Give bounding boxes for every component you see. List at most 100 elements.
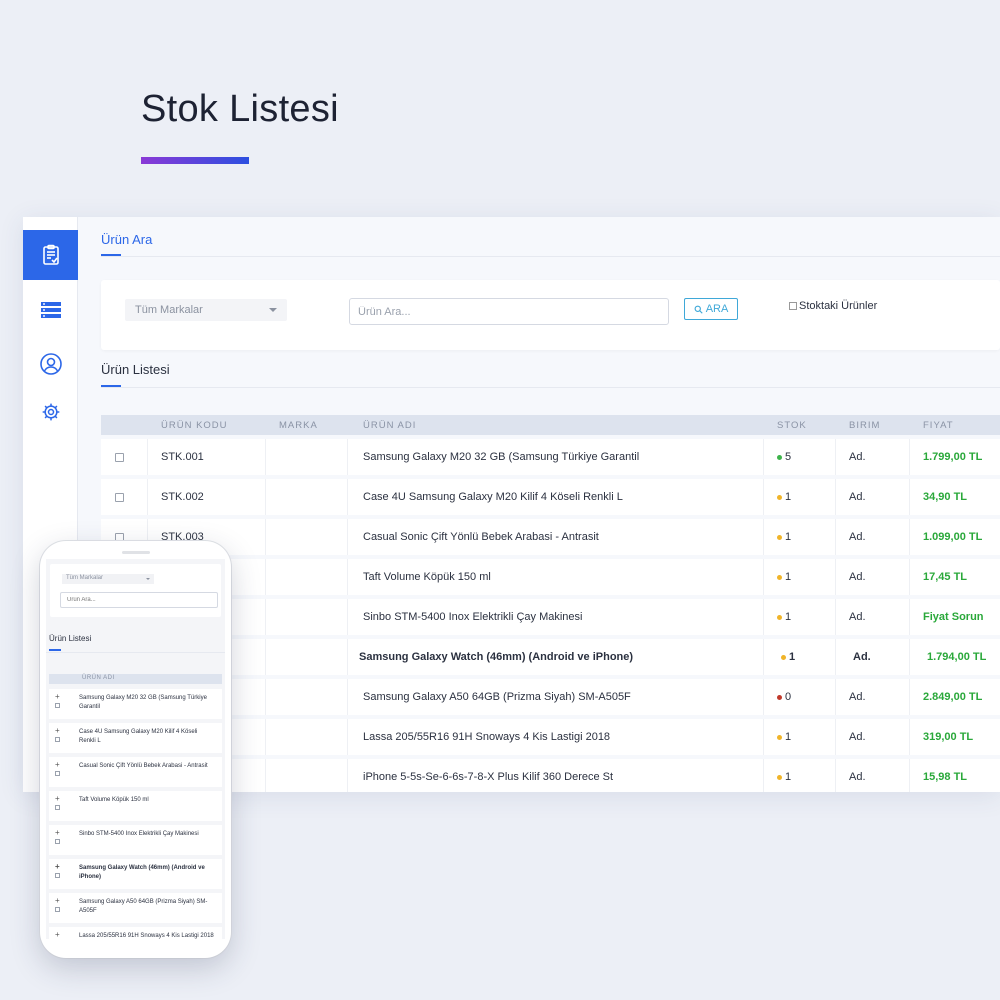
cell-unit: Ad. [849,691,866,703]
column-header-name[interactable]: ÜRÜN ADI [363,415,416,435]
expand-icon[interactable]: + [55,761,60,769]
cell-divider [265,559,266,595]
search-button[interactable]: ARA [684,298,738,320]
cell-divider [265,719,266,755]
cell-name: Casual Sonic Çift Yönlü Bebek Arabasi - … [363,531,599,543]
cell-divider [347,639,348,675]
cell-stock: 1 [777,599,791,635]
cell-divider [147,439,148,475]
cell-stock: 1 [777,479,791,515]
expand-icon[interactable]: + [55,693,60,701]
cell-stock: 1 [777,759,791,792]
cell-divider [909,759,910,792]
column-header-brand[interactable]: MARKA [279,415,318,435]
tab-product-list[interactable]: Ürün Listesi [101,362,170,377]
column-header-code[interactable]: ÜRÜN KODU [161,415,228,435]
cell-price: 2.849,00 TL [923,691,983,703]
table-row[interactable]: STK.003 Casual Sonic Çift Yönlü Bebek Ara… [101,519,1000,555]
cell-price: 1.099,00 TL [923,531,983,543]
sidebar-item-user[interactable] [23,339,78,389]
cell-divider [347,599,348,635]
expand-icon[interactable]: + [55,795,60,803]
row-checkbox[interactable] [55,771,60,776]
tab-active-indicator [49,649,61,651]
mobile-phone-mockup: Tüm Markalar Ürün Listesi ÜRÜN ADI + Sams… [40,541,231,958]
table-row[interactable]: iPhone 5-5s-Se-6-6s-7-8-X Plus Kilif 360… [101,759,1000,792]
cell-name: Samsung Galaxy Watch (46mm) (Android ve … [359,651,634,663]
phone-speaker [122,551,150,554]
cell-divider [909,719,910,755]
cell-code: STK.001 [161,451,204,463]
mobile-list-item[interactable]: + Casual Sonic Çift Yönlü Bebek Arabasi -… [49,757,222,787]
cell-divider [909,519,910,555]
row-checkbox[interactable] [115,492,124,502]
cell-unit: Ad. [853,651,871,663]
table-row[interactable]: Sinbo STM-5400 Inox Elektrikli Çay Makin… [101,599,1000,635]
stock-status-dot [777,694,782,700]
row-checkbox[interactable] [55,873,60,878]
tab-product-search[interactable]: Ürün Ara [101,232,152,247]
table-row[interactable]: Taft Volume Köpük 150 ml 1 Ad. 17,45 TL [101,559,1000,595]
mobile-list-item[interactable]: + Samsung Galaxy Watch (46mm) (Android ve… [49,859,222,889]
cell-divider [763,679,764,715]
cell-name: iPhone 5-5s-Se-6-6s-7-8-X Plus Kilif 360… [363,771,614,783]
table-row[interactable]: STK.002 Case 4U Samsung Galaxy M20 Kilif … [101,479,1000,515]
row-checkbox[interactable] [55,805,60,810]
row-checkbox[interactable] [55,737,60,742]
cell-price: 17,45 TL [923,571,968,583]
search-icon [694,305,703,314]
mobile-list-item[interactable]: + Samsung Galaxy M20 32 GB (Samsung Türki… [49,689,222,719]
row-checkbox[interactable] [55,703,60,708]
cell-price: 1.794,00 TL [927,651,987,663]
table-row[interactable]: Lassa 205/55R16 91H Snoways 4 Kis Lastig… [101,719,1000,755]
cell-divider [909,479,910,515]
cell-divider [835,679,836,715]
column-header-price[interactable]: FIYAT [923,415,954,435]
product-table: ÜRÜN KODU MARKA ÜRÜN ADI STOK BIRIM FIYA… [101,415,1000,792]
row-checkbox[interactable] [55,907,60,912]
table-row[interactable]: STK.001 Samsung Galaxy M20 32 GB (Samsung… [101,439,1000,475]
user-icon [39,353,62,375]
expand-icon[interactable]: + [55,931,60,939]
mobile-tab-product-list[interactable]: Ürün Listesi [49,634,91,643]
cell-divider [265,599,266,635]
cell-price: Fiyat Sorun [923,611,984,623]
table-row[interactable]: Samsung Galaxy Watch (46mm) (Android ve … [101,639,1000,675]
checkbox[interactable] [789,302,797,310]
mobile-list-item[interactable]: + Sinbo STM-5400 Inox Elektrikli Çay Maki… [49,825,222,855]
mobile-list-item[interactable]: + Lassa 205/55R16 91H Snoways 4 Kis Lasti… [49,927,222,939]
page-title: Stok Listesi [141,88,339,130]
sidebar-item-stock-list[interactable] [23,230,78,280]
mobile-list-item[interactable]: + Taft Volume Köpük 150 ml [49,791,222,821]
brand-select[interactable]: Tüm Markalar [125,299,287,321]
cell-divider [763,599,764,635]
cell-price: 15,98 TL [923,771,968,783]
mobile-column-header-name[interactable]: ÜRÜN ADI [49,674,222,684]
in-stock-checkbox[interactable]: Stoktaki Ürünler [789,300,877,312]
sidebar-item-server[interactable] [23,285,78,335]
cell-divider [347,519,348,555]
mobile-screen: Tüm Markalar Ürün Listesi ÜRÜN ADI + Sams… [46,559,225,939]
expand-icon[interactable]: + [55,829,60,837]
mobile-search-input[interactable] [60,592,218,608]
cell-price: 319,00 TL [923,731,974,743]
expand-icon[interactable]: + [55,863,60,871]
expand-icon[interactable]: + [55,727,60,735]
row-checkbox[interactable] [55,839,60,844]
mobile-list-item[interactable]: + Samsung Galaxy A50 64GB (Prizma Siyah) … [49,893,222,923]
column-header-stock[interactable]: STOK [777,415,807,435]
expand-icon[interactable]: + [55,897,60,905]
cell-stock-value: 1 [785,771,792,783]
mobile-list-item[interactable]: + Case 4U Samsung Galaxy M20 Kilif 4 Köse… [49,723,222,753]
column-header-unit[interactable]: BIRIM [849,415,880,435]
mobile-brand-select[interactable]: Tüm Markalar [62,574,154,584]
divider [46,652,225,653]
table-row[interactable]: Samsung Galaxy A50 64GB (Prizma Siyah) S… [101,679,1000,715]
cell-stock-value: 0 [785,691,792,703]
row-checkbox[interactable] [115,452,124,462]
sidebar-item-settings[interactable] [23,387,78,437]
search-input[interactable] [349,298,669,325]
cell-unit: Ad. [849,731,866,743]
cell-stock-value: 1 [785,571,792,583]
cell-divider [909,599,910,635]
